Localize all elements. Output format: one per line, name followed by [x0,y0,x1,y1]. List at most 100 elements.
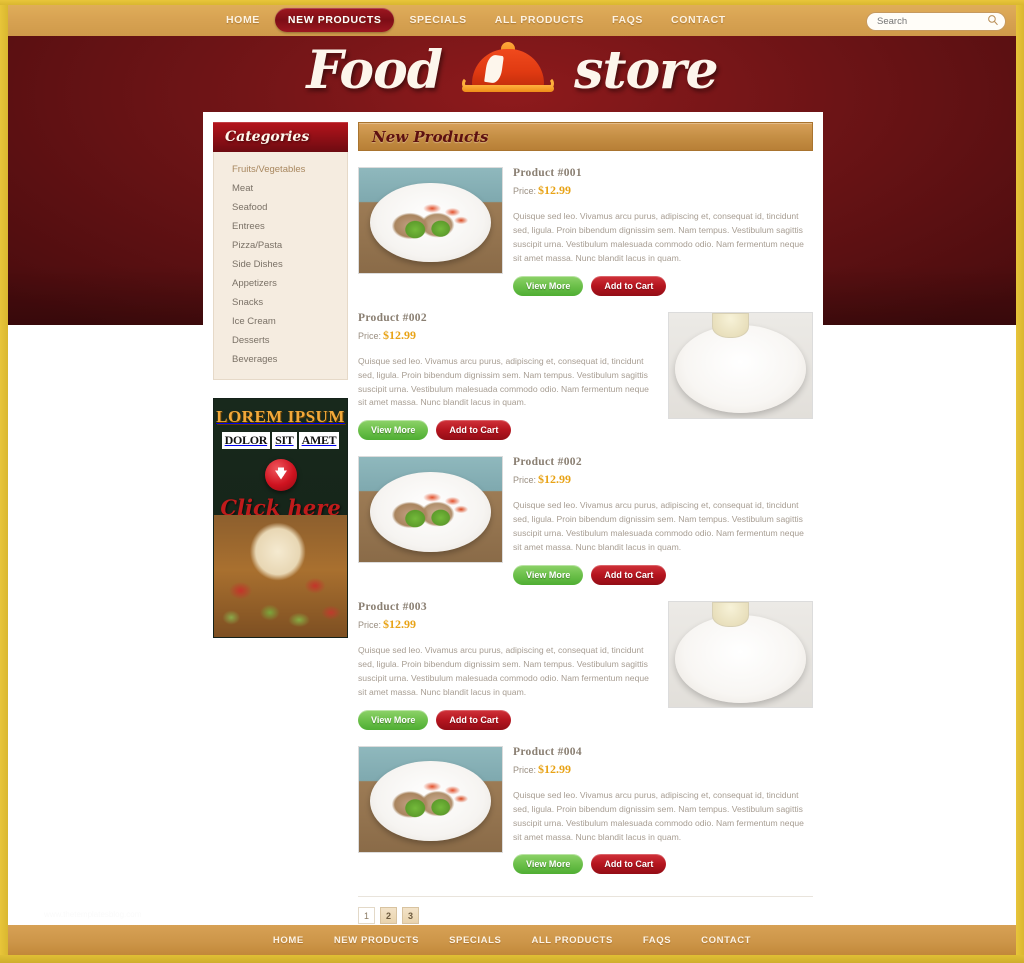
price-label: Price: [358,330,382,341]
primary-nav: HOME NEW PRODUCTS SPECIALS ALL PRODUCTS … [213,8,739,32]
nav-item-contact[interactable]: CONTACT [658,8,739,32]
footer-item-new-products[interactable]: NEW PRODUCTS [334,935,419,946]
product-title: Product #004 [513,745,582,758]
product-price: Price: $12.99 [358,328,658,343]
price-label: Price: [513,475,537,486]
product-image[interactable] [668,311,813,419]
view-more-button[interactable]: View More [513,275,584,296]
product-price: Price: $12.99 [513,762,813,777]
product-card: Product #002 Price: $12.99 Quisque sed le… [358,456,813,586]
promo-banner[interactable]: LOREM IPSUM DOLOR SIT AMET Click here [213,398,348,638]
categories-list: Fruits/Vegetables Meat Seafood Entrees P… [213,152,348,380]
product-card: Product #002 Price: $12.99 Quisque sed le… [358,311,813,441]
banner-word-sit: SIT [272,432,297,449]
price-value: $12.99 [383,327,417,342]
frame-right-border [1016,0,1024,963]
add-to-cart-button[interactable]: Add to Cart [591,854,667,875]
product-card: Product #001 Price: $12.99 Quisque sed le… [358,167,813,296]
add-to-cart-button[interactable]: Add to Cart [591,565,667,586]
price-label: Price: [513,764,537,775]
nav-item-all-products[interactable]: ALL PRODUCTS [482,8,597,32]
pagination-page-1[interactable]: 1 [358,907,375,925]
product-description: Quisque sed leo. Vivamus arcu purus, adi… [513,789,804,842]
price-value: $12.99 [383,617,417,632]
product-title: Product #001 [513,167,582,179]
product-description: Quisque sed leo. Vivamus arcu purus, adi… [513,500,804,553]
pagination-page-2[interactable]: 2 [380,907,397,925]
banner-word-dolor: DOLOR [221,432,271,449]
food-cloche-icon [460,41,556,101]
product-description: Quisque sed leo. Vivamus arcu purus, adi… [513,211,804,263]
sidebar-item-ice-cream[interactable]: Ice Cream [214,312,347,331]
sidebar-item-desserts[interactable]: Desserts [214,331,347,350]
product-card: Product #004 Price: $12.99 Quisque sed le… [358,745,813,875]
frame-top-border [0,0,1024,5]
product-title: Product #003 [358,601,427,614]
logo-word-food: Food [306,40,443,101]
view-more-button[interactable]: View More [513,565,584,586]
nav-item-specials[interactable]: SPECIALS [396,8,479,32]
product-price: Price: $12.99 [513,472,813,487]
product-card: Product #003 Price: $12.99 Quisque sed le… [358,601,813,730]
search-input[interactable] [866,11,1006,31]
sidebar-item-meat[interactable]: Meat [214,179,347,198]
view-more-button[interactable]: View More [513,854,584,875]
price-value: $12.99 [538,761,572,776]
product-image[interactable] [358,167,503,274]
view-more-button[interactable]: View More [358,420,429,441]
price-value: $12.99 [538,472,572,487]
product-image[interactable] [668,601,813,709]
pizza-photo [214,515,347,637]
nav-item-new-products[interactable]: NEW PRODUCTS [274,8,395,32]
price-label: Price: [358,620,382,631]
categories-header: Categories [213,122,348,152]
pagination-page-3[interactable]: 3 [402,907,419,925]
sidebar-item-beverages[interactable]: Beverages [214,350,347,369]
price-label: Price: [513,186,537,196]
product-title: Product #002 [358,311,427,324]
frame-bottom-border [0,955,1024,963]
sidebar-item-fruits-vegetables[interactable]: Fruits/Vegetables [214,160,347,179]
product-image[interactable] [358,745,503,853]
sidebar-item-seafood[interactable]: Seafood [214,198,347,217]
categories-title: Categories [225,129,310,145]
sidebar-item-entrees[interactable]: Entrees [214,217,347,236]
footer-item-all-products[interactable]: ALL PRODUCTS [531,935,612,946]
nav-item-home[interactable]: HOME [213,8,273,32]
site-logo[interactable]: Food store [0,40,1024,101]
banner-word-amet: AMET [298,432,340,449]
banner-subhead: DOLOR SIT AMET [214,432,347,449]
logo-word-store: store [574,40,718,101]
down-arrow-icon [264,459,297,491]
sidebar: Categories Fruits/Vegetables Meat Seafoo… [213,122,348,638]
add-to-cart-button[interactable]: Add to Cart [436,709,512,730]
frame-left-border [0,0,8,963]
search-icon[interactable] [987,14,999,26]
footer-item-specials[interactable]: SPECIALS [449,935,501,946]
watermark-text: www.thetemplatesblog.com [44,910,142,919]
footer-item-contact[interactable]: CONTACT [701,935,751,946]
content-panel: Categories Fruits/Vegetables Meat Seafoo… [203,112,823,935]
sidebar-item-snacks[interactable]: Snacks [214,293,347,312]
sidebar-item-appetizers[interactable]: Appetizers [214,274,347,293]
main-content: New Products Product #001 Price: $12.99 Q… [358,122,813,925]
banner-headline: LOREM IPSUM [216,407,345,426]
section-header: New Products [358,122,813,151]
view-more-button[interactable]: View More [358,709,429,730]
product-description: Quisque sed leo. Vivamus arcu purus, adi… [358,645,649,697]
product-title: Product #002 [513,456,582,469]
product-price: Price: $12.99 [513,183,813,198]
product-price: Price: $12.99 [358,617,658,632]
footer-item-faqs[interactable]: FAQS [643,935,671,946]
footer-navigation: HOME NEW PRODUCTS SPECIALS ALL PRODUCTS … [8,925,1016,955]
nav-item-faqs[interactable]: FAQS [599,8,656,32]
sidebar-item-pizza-pasta[interactable]: Pizza/Pasta [214,236,347,255]
sidebar-item-side-dishes[interactable]: Side Dishes [214,255,347,274]
pagination: 1 2 3 [358,896,813,925]
add-to-cart-button[interactable]: Add to Cart [591,275,667,296]
footer-item-home[interactable]: HOME [273,935,304,946]
add-to-cart-button[interactable]: Add to Cart [436,420,512,441]
search-box [866,11,1006,31]
product-image[interactable] [358,456,503,564]
top-navigation-bar: HOME NEW PRODUCTS SPECIALS ALL PRODUCTS … [8,4,1016,36]
